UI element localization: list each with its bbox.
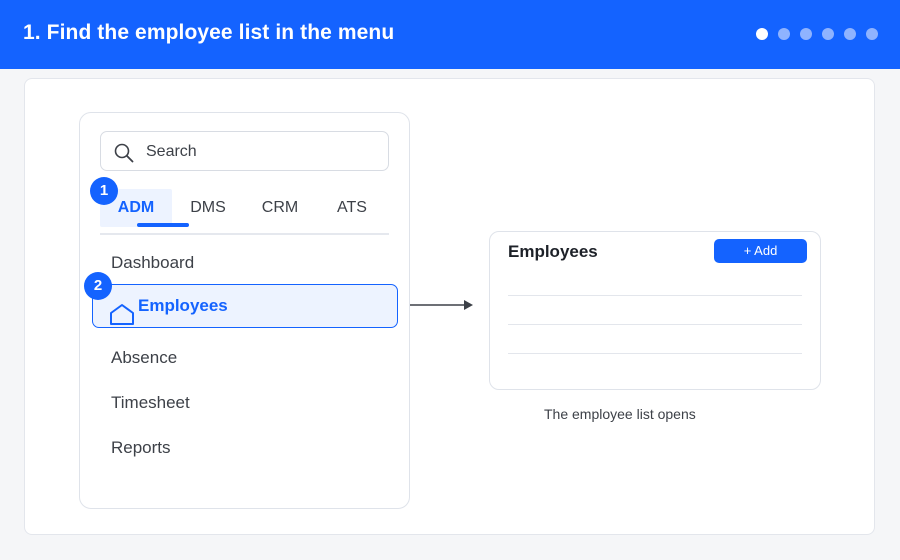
step-dot[interactable] bbox=[800, 28, 812, 40]
step-title: 1. Find the employee list in the menu bbox=[23, 21, 395, 44]
step-badge-1: 1 bbox=[90, 177, 118, 205]
arrow-right-icon bbox=[410, 300, 473, 310]
sidebar-item-dashboard[interactable]: Dashboard bbox=[111, 253, 194, 273]
employee-list-title: Employees bbox=[508, 242, 598, 261]
tab-ats[interactable]: ATS bbox=[316, 189, 388, 227]
sidebar-item-label: Employees bbox=[138, 296, 228, 315]
search-input[interactable]: Search bbox=[100, 131, 389, 171]
step-dot[interactable] bbox=[822, 28, 834, 40]
search-icon bbox=[114, 143, 134, 163]
step-header: 1. Find the employee list in the menu bbox=[0, 0, 900, 69]
step-dot[interactable] bbox=[866, 28, 878, 40]
step-dot[interactable] bbox=[756, 28, 768, 40]
step-progress-dots bbox=[756, 28, 878, 40]
tabs-divider bbox=[100, 233, 389, 235]
sidebar-item-reports[interactable]: Reports bbox=[111, 438, 171, 458]
list-item bbox=[508, 295, 802, 296]
list-item bbox=[508, 324, 802, 325]
search-placeholder: Search bbox=[146, 143, 197, 160]
result-caption: The employee list opens bbox=[544, 406, 696, 422]
step-badge-2: 2 bbox=[84, 272, 112, 300]
tab-crm[interactable]: CRM bbox=[244, 189, 316, 227]
home-icon bbox=[110, 304, 134, 325]
sidebar-item-absence[interactable]: Absence bbox=[111, 348, 177, 368]
tab-dms[interactable]: DMS bbox=[172, 189, 244, 227]
add-employee-button[interactable]: + Add bbox=[714, 239, 807, 263]
list-item bbox=[508, 353, 802, 354]
step-dot[interactable] bbox=[844, 28, 856, 40]
step-dot[interactable] bbox=[778, 28, 790, 40]
sidebar-item-timesheet[interactable]: Timesheet bbox=[111, 393, 190, 413]
